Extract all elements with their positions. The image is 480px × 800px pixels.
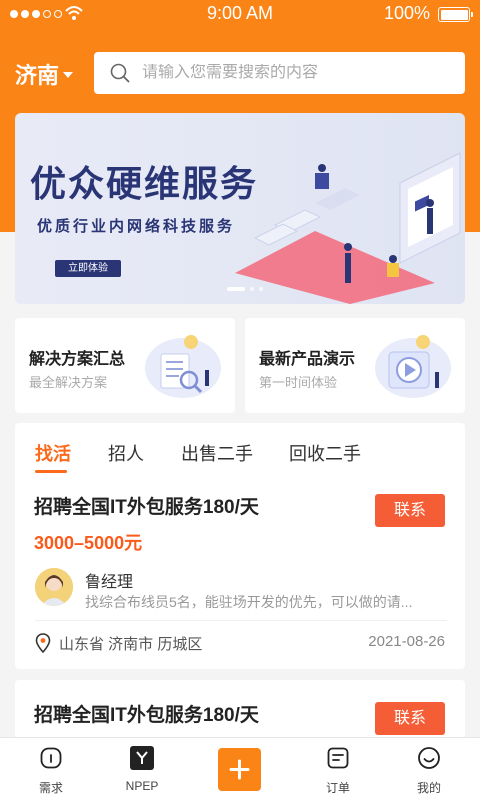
caret-down-icon [63, 72, 74, 78]
tabbar-item-mine[interactable]: 我的 [399, 746, 459, 796]
try-now-button[interactable]: 立即体验 [55, 260, 121, 277]
search-icon [110, 63, 130, 83]
banner-subtitle: 优质行业内网络科技服务 [37, 218, 236, 235]
tabbar-label: NPEP [125, 779, 159, 793]
carousel-indicator [227, 287, 263, 291]
divider [35, 620, 447, 621]
carousel-dot [227, 287, 245, 291]
smiley-profile-icon [418, 747, 440, 769]
tabbar-item-npep[interactable]: NPEP [112, 746, 172, 793]
solutions-card[interactable]: 解决方案汇总 最全解决方案 [15, 318, 235, 413]
document-magnifier-illustration [145, 335, 221, 398]
location-pin-icon [35, 633, 51, 653]
contact-button[interactable]: 联系 [375, 702, 445, 735]
banner-title: 优众硬维服务 [30, 163, 259, 204]
tabbar-label: 订单 [325, 781, 350, 795]
carousel-dot [259, 287, 263, 291]
solutions-card-title: 解决方案汇总 [29, 351, 126, 368]
tab-hiring[interactable]: 招人 [108, 440, 144, 466]
job-salary: 3000–5000元 [34, 533, 143, 553]
avatar[interactable] [35, 568, 73, 606]
battery-icon [438, 7, 473, 22]
bottom-tab-bar: 需求 NPEP 订单 我的 [0, 737, 480, 800]
poster-name: 鲁经理 [85, 574, 134, 591]
job-title[interactable]: 招聘全国IT外包服务180/天 [34, 700, 259, 727]
plus-icon [229, 759, 250, 780]
city-selector[interactable]: 济南 [15, 58, 74, 90]
publish-button[interactable] [218, 748, 261, 791]
job-listing-panel: 找活 招人 出售二手 回收二手 招聘全国IT外包服务180/天 联系 3000–… [15, 423, 465, 669]
tab-find-work[interactable]: 找活 [35, 440, 71, 466]
status-bar: 9:00 AM 100% [0, 0, 480, 30]
solutions-card-subtitle: 最全解决方案 [29, 375, 108, 390]
tabbar-label: 需求 [38, 781, 63, 795]
video-play-illustration [375, 335, 451, 398]
tabbar-item-demand[interactable]: 需求 [21, 746, 81, 796]
tab-recycle-used[interactable]: 回收二手 [289, 440, 361, 466]
city-label: 济南 [15, 63, 60, 88]
category-tabs: 找活 招人 出售二手 回收二手 [15, 423, 465, 479]
product-demo-card-title: 最新产品演示 [259, 351, 356, 368]
battery-percentage: 100% [383, 3, 430, 23]
promo-banner[interactable]: 优众硬维服务 优质行业内网络科技服务 立即体验 [15, 113, 465, 304]
poster-description: 找综合布线员5名，能驻场开发的优先，可以做的请... [85, 594, 413, 610]
product-demo-card-subtitle: 第一时间体验 [259, 375, 338, 390]
carousel-dot [250, 287, 254, 291]
job-listing-panel: 招聘全国IT外包服务180/天 联系 [15, 680, 465, 740]
tabbar-label: 我的 [416, 781, 441, 795]
house-icon [40, 747, 62, 769]
search-bar[interactable] [94, 52, 465, 94]
job-location: 山东省 济南市 历城区 [59, 636, 203, 653]
npep-logo-icon [130, 746, 154, 770]
product-demo-card[interactable]: 最新产品演示 第一时间体验 [245, 318, 465, 413]
active-tab-indicator [35, 470, 67, 473]
order-list-icon [327, 747, 349, 769]
contact-button[interactable]: 联系 [375, 494, 445, 527]
tab-sell-used[interactable]: 出售二手 [181, 440, 253, 466]
tabbar-item-orders[interactable]: 订单 [308, 746, 368, 796]
job-date: 2021-08-26 [368, 633, 445, 650]
person-avatar-icon [35, 568, 73, 606]
job-title[interactable]: 招聘全国IT外包服务180/天 [34, 492, 259, 519]
search-input[interactable] [142, 64, 442, 82]
